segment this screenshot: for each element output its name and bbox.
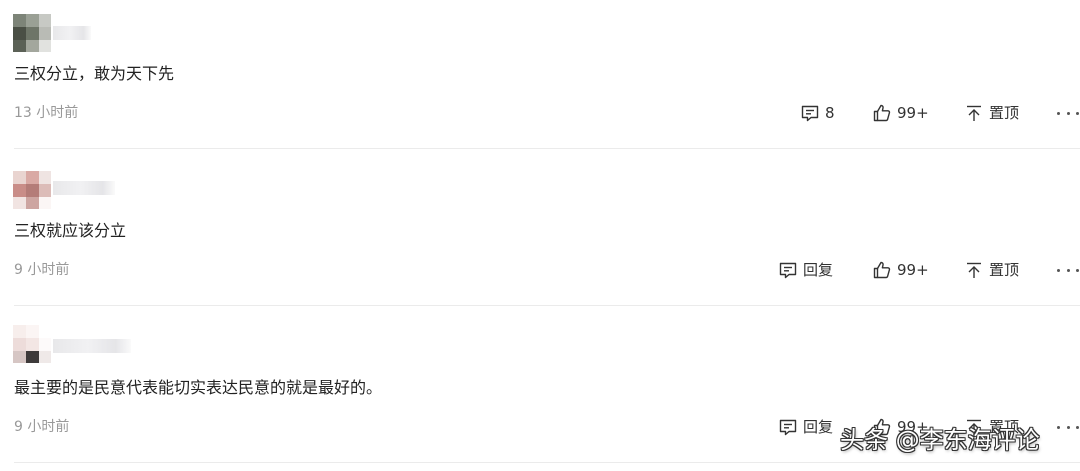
like-count: 99+ bbox=[897, 104, 929, 122]
reply-label: 回复 bbox=[803, 261, 834, 279]
pin-button[interactable]: 置顶 bbox=[964, 260, 1019, 280]
pin-top-icon bbox=[967, 262, 981, 278]
comment-text: 最主要的是民意代表能切实表达民意的就是最好的。 bbox=[14, 378, 383, 397]
pin-label: 置顶 bbox=[989, 261, 1020, 279]
comment-icon bbox=[779, 262, 797, 279]
avatar[interactable] bbox=[13, 14, 51, 52]
reply-label: 回复 bbox=[803, 418, 834, 436]
pin-button[interactable]: 置顶 bbox=[964, 103, 1019, 123]
divider bbox=[14, 462, 1080, 463]
reply-button[interactable]: 8 bbox=[800, 103, 835, 123]
username[interactable] bbox=[53, 26, 91, 40]
comment-time: 9 小时前 bbox=[14, 419, 70, 435]
username[interactable] bbox=[53, 181, 115, 195]
watermark: 头条 @李东海评论 bbox=[840, 426, 1040, 454]
reply-count: 8 bbox=[825, 104, 835, 122]
like-count: 99+ bbox=[897, 261, 929, 279]
comment-icon bbox=[801, 105, 819, 122]
comment-text: 三权就应该分立 bbox=[14, 221, 127, 240]
more-icon[interactable] bbox=[1057, 103, 1079, 123]
comment-text: 三权分立，敢为天下先 bbox=[14, 64, 175, 83]
more-icon[interactable] bbox=[1057, 417, 1079, 437]
divider bbox=[14, 305, 1080, 306]
reply-button[interactable]: 回复 bbox=[778, 417, 833, 437]
pin-top-icon bbox=[967, 105, 981, 121]
like-button[interactable]: 99+ bbox=[872, 260, 929, 280]
reply-button[interactable]: 回复 bbox=[778, 260, 833, 280]
pin-label: 置顶 bbox=[989, 104, 1020, 122]
thumbs-up-icon bbox=[873, 104, 891, 122]
divider bbox=[14, 148, 1080, 149]
like-button[interactable]: 99+ bbox=[872, 103, 929, 123]
comment-time: 9 小时前 bbox=[14, 262, 70, 278]
more-icon[interactable] bbox=[1057, 260, 1079, 280]
avatar[interactable] bbox=[13, 325, 51, 363]
comment-time: 13 小时前 bbox=[14, 105, 79, 121]
thumbs-up-icon bbox=[873, 261, 891, 279]
username[interactable] bbox=[53, 339, 131, 353]
comment-icon bbox=[779, 419, 797, 436]
avatar[interactable] bbox=[13, 171, 51, 209]
